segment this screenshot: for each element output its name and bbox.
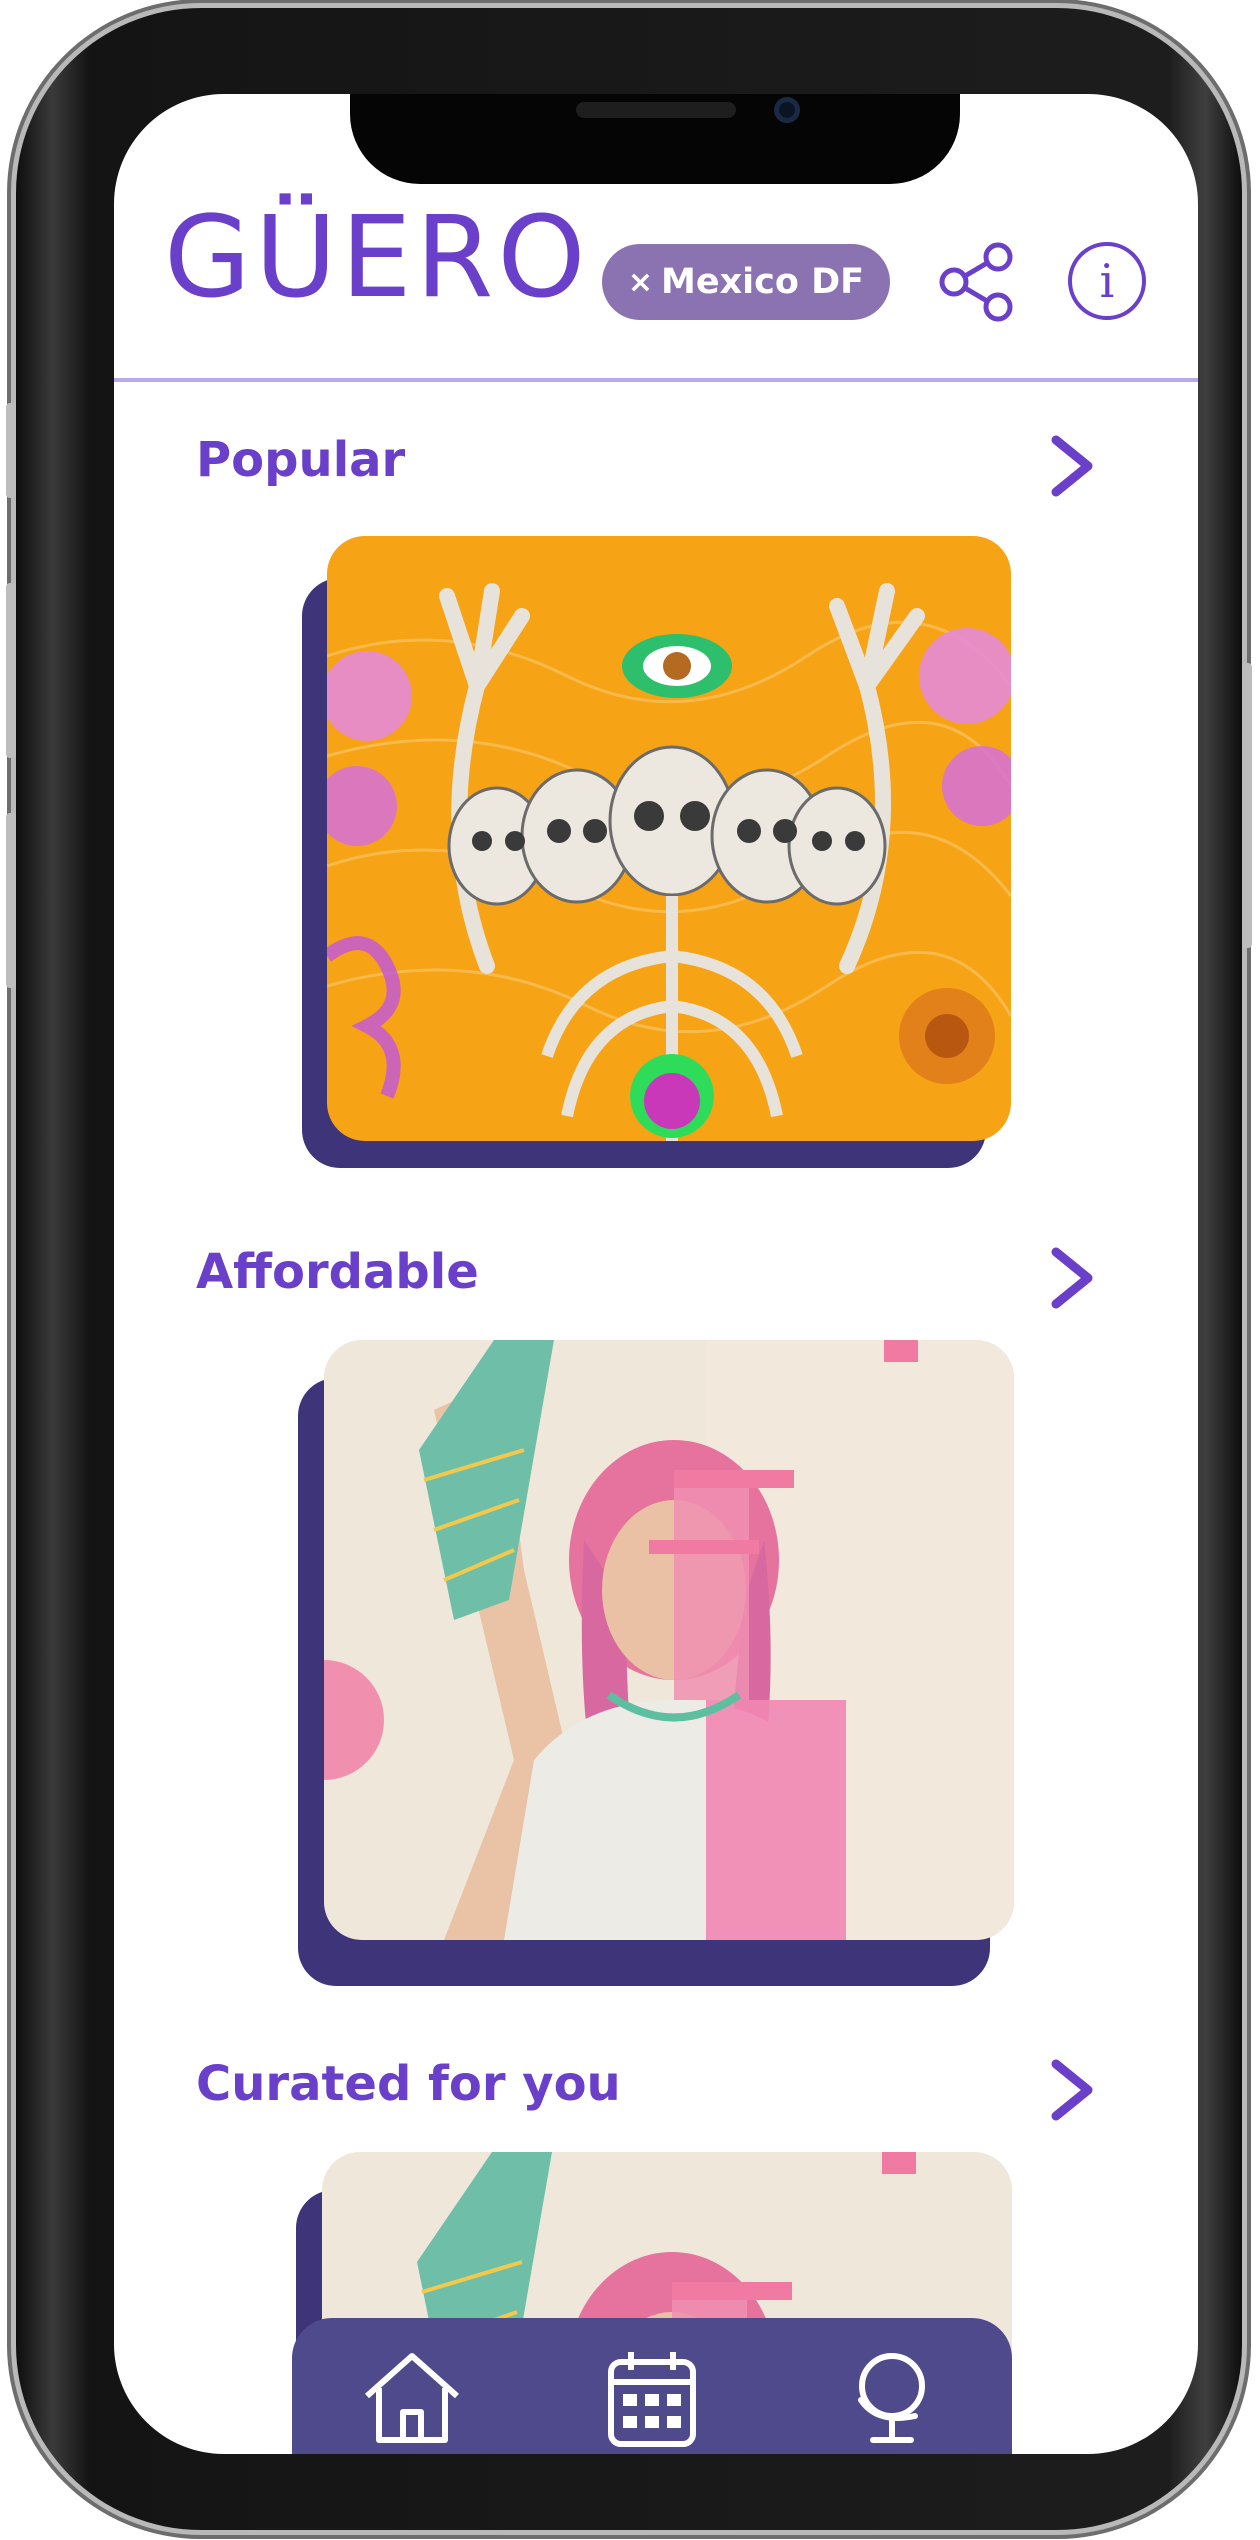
city-filter-label: Mexico DF [661, 262, 865, 302]
chevron-right-icon[interactable] [1046, 2058, 1098, 2122]
info-icon[interactable]: i [1068, 242, 1146, 320]
artist-portrait-image [324, 1340, 1014, 1940]
power-button [1242, 663, 1252, 948]
section-title-popular: Popular [196, 432, 406, 488]
skeleton-artwork-image [327, 536, 1011, 1141]
volume-up-button [6, 583, 16, 758]
notch [350, 94, 960, 184]
city-filter-chip[interactable]: × Mexico DF [602, 244, 890, 320]
volume-down-button [6, 813, 16, 988]
section-title-affordable: Affordable [196, 1244, 479, 1300]
section-title-curated: Curated for you [196, 2056, 621, 2112]
app-logo: GÜERO [164, 193, 590, 323]
silent-switch [6, 403, 16, 498]
popular-card-image[interactable] [327, 536, 1011, 1141]
bottom-tab-bar [292, 2318, 1012, 2454]
home-icon[interactable] [357, 2346, 467, 2450]
chevron-right-icon[interactable] [1046, 434, 1098, 498]
remove-city-icon[interactable]: × [628, 265, 653, 300]
globe-icon[interactable] [837, 2346, 947, 2450]
speaker-grille [576, 102, 736, 118]
phone-frame: GÜERO × Mexico DF i Popular Affordable C… [6, 8, 1252, 2530]
share-icon[interactable] [936, 239, 1022, 325]
chevron-right-icon[interactable] [1046, 1246, 1098, 1310]
affordable-card-image[interactable] [324, 1340, 1014, 1940]
camera-icon [774, 97, 800, 123]
app-screen: GÜERO × Mexico DF i Popular Affordable C… [114, 94, 1198, 2454]
calendar-icon[interactable] [597, 2346, 707, 2450]
